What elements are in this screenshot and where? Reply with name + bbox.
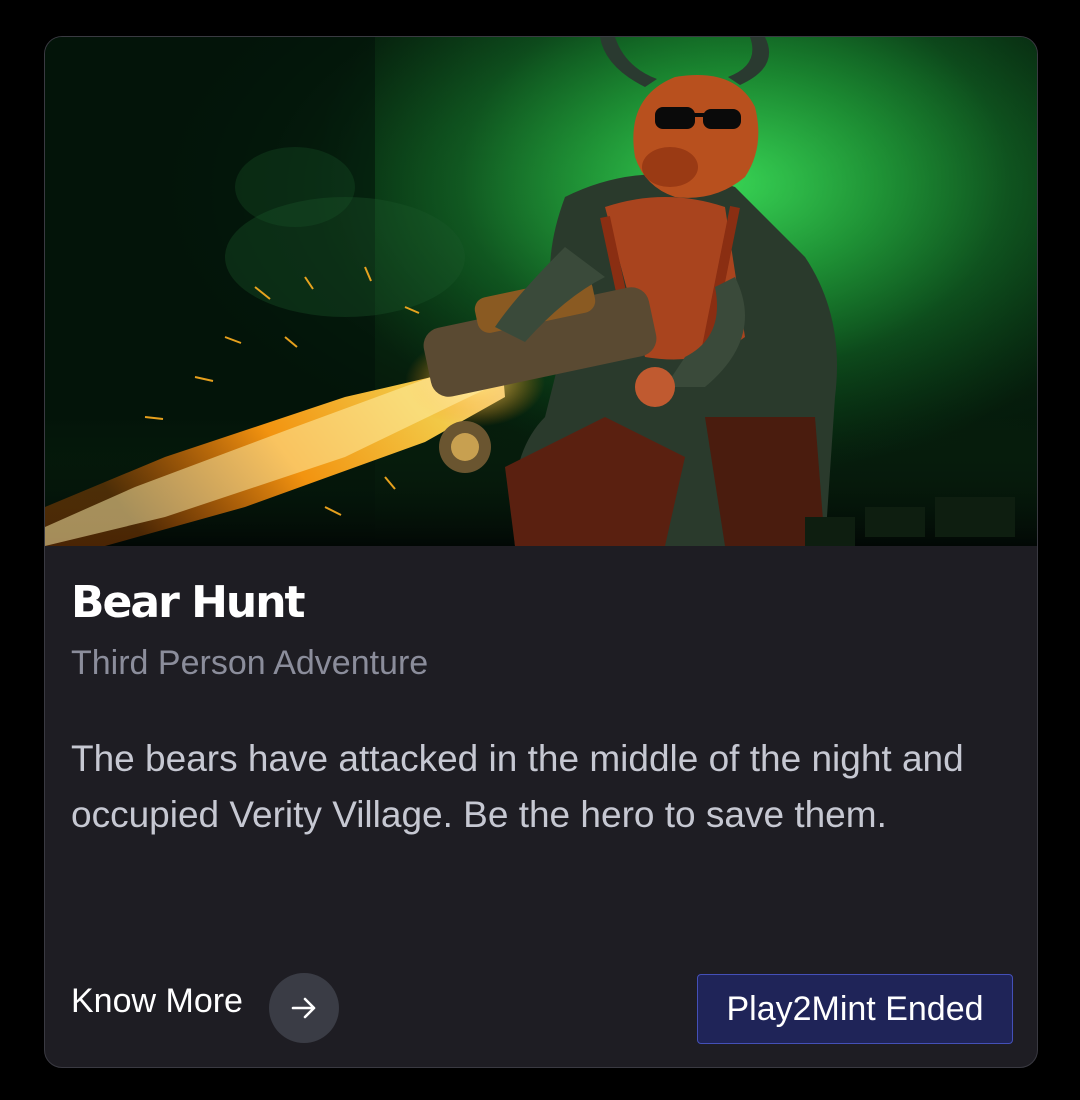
game-title: Bear Hunt: [71, 577, 306, 628]
know-more-label: Know More: [71, 982, 243, 1020]
game-genre: Third Person Adventure: [71, 644, 429, 682]
hero-illustration: [45, 37, 1037, 546]
play2mint-status-button[interactable]: Play2Mint Ended: [697, 974, 1013, 1044]
game-card: Bear Hunt Third Person Adventure The bea…: [44, 36, 1038, 1068]
game-description: The bears have attacked in the middle of…: [71, 738, 964, 835]
know-more-link[interactable]: Know More: [71, 973, 339, 1043]
arrow-right-icon[interactable]: [268, 973, 339, 1043]
hero-image: [45, 37, 1037, 546]
